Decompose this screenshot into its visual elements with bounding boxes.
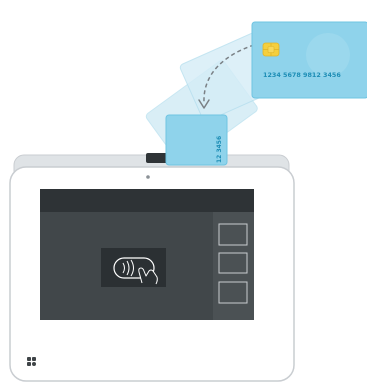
contactless-tap-icon: [101, 248, 166, 287]
payment-terminal-illustration: 1234 5678 9812 3456 12 3456: [9, 21, 367, 382]
inserted-card: 12 3456: [165, 114, 228, 166]
screen-header-bar: [40, 189, 254, 212]
terminal-screen: [40, 189, 254, 320]
inserted-card-number-text: 12 3456: [216, 136, 223, 163]
camera-dot: [146, 175, 150, 179]
card-number-text: 1234 5678 9812 3456: [263, 71, 341, 79]
card-chip-icon: [262, 42, 280, 57]
front-card: 1234 5678 9812 3456: [251, 21, 367, 99]
